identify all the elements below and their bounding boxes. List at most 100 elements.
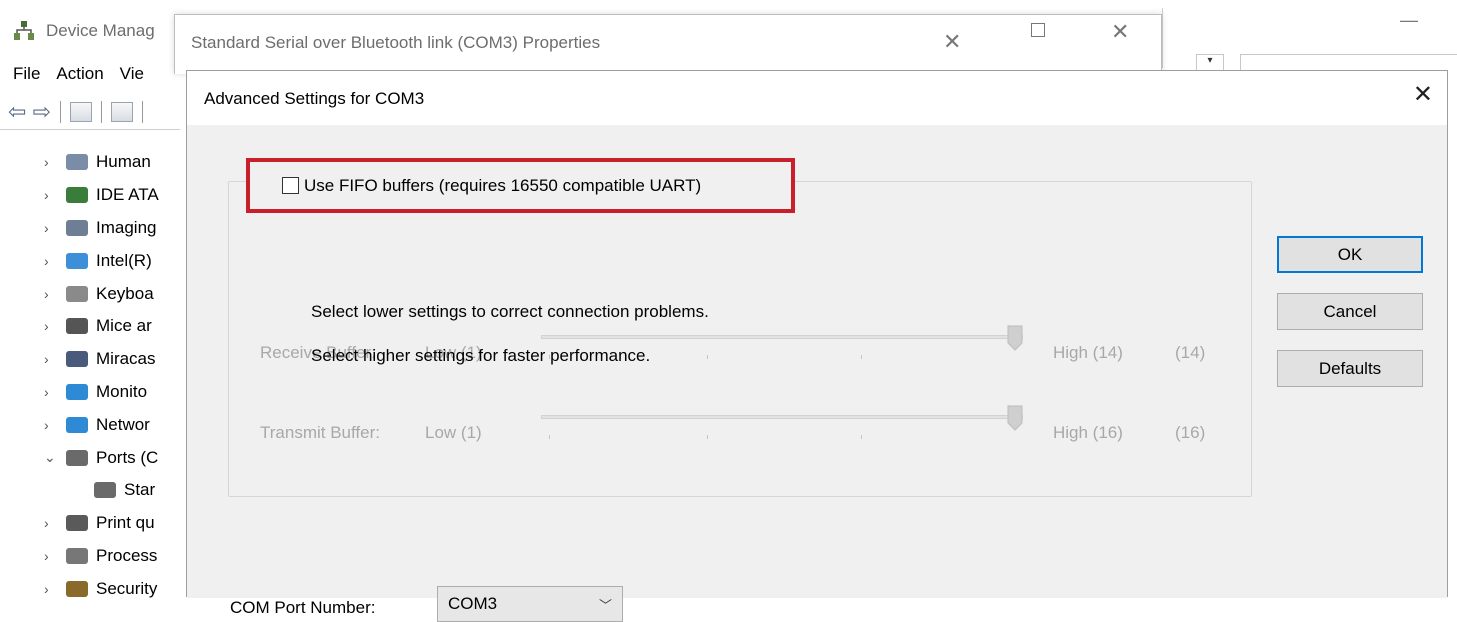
tree-item-label: Ports (C [96,447,159,467]
fifo-checkbox-label[interactable]: Use FIFO buffers (requires 16550 compati… [304,176,701,196]
hint-higher-settings: Select higher settings for faster perfor… [311,346,651,365]
tree-item[interactable]: › Imaging [44,212,159,245]
keyboard-icon [66,285,88,302]
properties-dialog-title: Standard Serial over Bluetooth link (COM… [191,33,601,52]
tree-item[interactable]: ⌄ Ports (C [44,441,159,474]
chevron-right-icon[interactable]: › [44,286,66,302]
forward-arrow-icon[interactable]: ⇨ [32,101,50,123]
chevron-right-icon[interactable]: › [44,187,66,203]
monitor-icon [66,383,88,400]
search-box[interactable] [1240,54,1457,70]
receive-buffer-slider[interactable] [541,335,1023,339]
tree-item-label: Miracas [96,349,156,369]
chevron-right-icon[interactable]: › [44,581,66,597]
receive-buffer-slider-thumb[interactable] [1007,325,1023,351]
tree-item-label: Star [124,480,156,500]
hint-lower-settings: Select lower settings to correct connect… [311,302,709,321]
menu-file[interactable]: File [13,64,40,84]
processor-icon [66,547,88,564]
device-manager-icon [12,20,36,42]
tree-item[interactable]: › Human [44,146,159,179]
tree-item[interactable]: › Process [44,540,159,573]
toolbar-divider [0,129,180,130]
close-icon[interactable]: ✕ [1111,19,1129,45]
receive-buffer-high-label: High (14) [1053,343,1123,362]
mouse-icon [66,318,88,335]
transmit-buffer-low-label: Low (1) [425,423,482,442]
hid-icon [66,154,88,171]
close-icon[interactable]: ✕ [943,29,961,55]
tree-item-label: Human [96,152,151,172]
security-icon [66,580,88,597]
chevron-right-icon[interactable]: › [44,515,66,531]
slider-tick [861,435,862,439]
tree-item[interactable]: Star [44,474,159,507]
minimize-icon[interactable]: — [1400,10,1418,31]
tree-item[interactable]: › Monito [44,376,159,409]
toolbar-separator [100,101,102,123]
tree-item[interactable]: › Security [44,572,159,605]
port-icon [94,482,116,499]
defaults-button[interactable]: Defaults [1277,350,1423,387]
ide-controller-icon [66,187,88,204]
tree-item-label: IDE ATA [96,185,159,205]
chevron-right-icon[interactable]: › [44,220,66,236]
ok-button[interactable]: OK [1277,236,1423,273]
transmit-buffer-value: (16) [1175,423,1206,442]
chevron-down-icon: ﹀ [598,598,612,613]
tree-item[interactable]: › Networ [44,408,159,441]
properties-toolbar-icon[interactable] [69,102,92,122]
transmit-buffer-label: Transmit Buffer: [260,423,380,442]
fifo-highlight-box: Use FIFO buffers (requires 16550 compati… [246,158,795,213]
tree-item[interactable]: › Mice ar [44,310,159,343]
transmit-buffer-high-label: High (16) [1053,423,1123,442]
tree-item-label: Mice ar [96,316,152,336]
toolbar-separator [59,101,61,123]
menu-action[interactable]: Action [56,64,103,84]
properties-dialog: Standard Serial over Bluetooth link (COM… [174,14,1162,74]
chevron-right-icon[interactable]: › [44,253,66,269]
maximize-icon[interactable] [1031,23,1045,37]
tree-item[interactable]: › Miracas [44,343,159,376]
chevron-right-icon[interactable]: › [44,417,66,433]
tree-item[interactable]: › Print qu [44,507,159,540]
window-edge [1162,8,1163,68]
chevron-right-icon[interactable]: › [44,318,66,334]
device-tree: › Human › IDE ATA › Imaging › Intel(R) › Keyboa › M… [44,146,159,605]
com-port-label: COM Port Number: [230,598,376,617]
menu-view[interactable]: Vie [120,64,144,84]
chevron-right-icon[interactable]: › [44,384,66,400]
dialog-body: Receive Buffer: Low (1) High (14) (14) T… [187,125,1447,622]
cancel-button[interactable]: Cancel [1277,293,1423,330]
slider-tick [549,435,550,439]
fifo-checkbox[interactable] [282,177,299,194]
tree-item[interactable]: › IDE ATA [44,179,159,212]
transmit-buffer-slider-thumb[interactable] [1007,405,1023,431]
back-arrow-icon[interactable]: ⇦ [8,101,26,123]
transmit-buffer-slider[interactable] [541,415,1023,419]
help-toolbar-icon[interactable] [110,102,133,122]
slider-tick [707,355,708,359]
chevron-right-icon[interactable]: › [44,548,66,564]
close-icon[interactable]: ✕ [1413,83,1433,107]
chevron-right-icon[interactable]: › [44,154,66,170]
com-port-select[interactable]: COM3 ﹀ [437,586,623,622]
miracast-icon [66,351,88,368]
intel-icon [66,252,88,269]
advanced-settings-dialog: Advanced Settings for COM3 ✕ Receive Buf… [186,70,1448,622]
tree-item-label: Monito [96,381,148,401]
window-title: Device Manag [46,21,155,40]
chevron-down-icon[interactable]: ⌄ [44,449,66,466]
tree-item[interactable]: › Intel(R) [44,244,159,277]
dropdown-arrow-icon[interactable]: ▾ [1196,54,1224,70]
tree-item-label: Keyboa [96,283,154,303]
menu-bar: File Action Vie [13,64,160,84]
tree-item-label: Print qu [96,513,155,533]
tree-item[interactable]: › Keyboa [44,277,159,310]
port-icon [66,449,88,466]
toolbar-separator [141,101,143,123]
tree-item-label: Networ [96,414,150,434]
chevron-right-icon[interactable]: › [44,351,66,367]
tree-item-label: Imaging [96,217,157,237]
tree-item-label: Security [96,578,158,598]
